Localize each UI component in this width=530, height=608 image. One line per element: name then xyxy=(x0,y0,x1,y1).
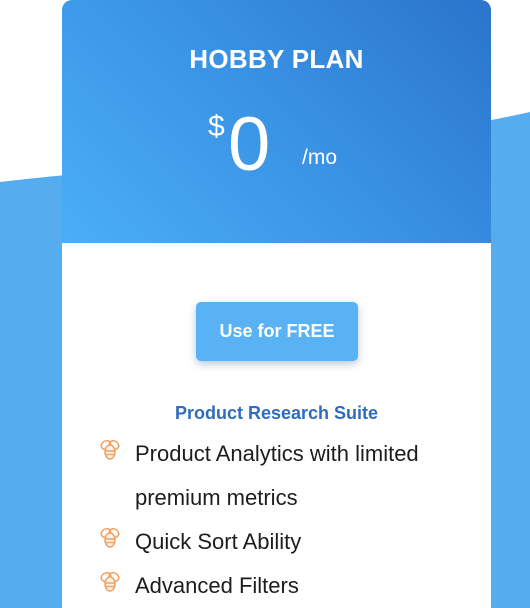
bee-icon xyxy=(100,439,120,460)
billing-period: /mo xyxy=(302,146,338,169)
plan-name: HOBBY PLAN xyxy=(189,44,364,74)
use-for-free-button[interactable]: Use for FREE xyxy=(196,302,358,361)
currency-symbol: $ xyxy=(208,110,225,143)
bee-icon xyxy=(100,527,120,548)
price: $ 0 /mo xyxy=(62,100,491,190)
pricing-card: HOBBY PLAN $ 0 /mo Use for FREE Product … xyxy=(62,0,491,608)
feature-label: Quick Sort Ability xyxy=(135,529,302,554)
feature-item: Product Analytics with limited premium m… xyxy=(98,432,478,520)
bee-icon xyxy=(100,571,120,592)
feature-list: Product Analytics with limited premium m… xyxy=(98,432,478,608)
card-header: HOBBY PLAN $ 0 /mo xyxy=(62,0,491,243)
price-amount: 0 xyxy=(228,102,271,187)
feature-label: Advanced Filters xyxy=(135,573,299,598)
feature-label: Product Analytics with limited premium m… xyxy=(135,441,419,510)
feature-item: Quick Sort Ability xyxy=(98,520,478,564)
pricing-page: HOBBY PLAN $ 0 /mo Use for FREE Product … xyxy=(0,0,530,608)
suite-title: Product Research Suite xyxy=(174,403,379,423)
feature-item: Advanced Filters xyxy=(98,564,478,608)
